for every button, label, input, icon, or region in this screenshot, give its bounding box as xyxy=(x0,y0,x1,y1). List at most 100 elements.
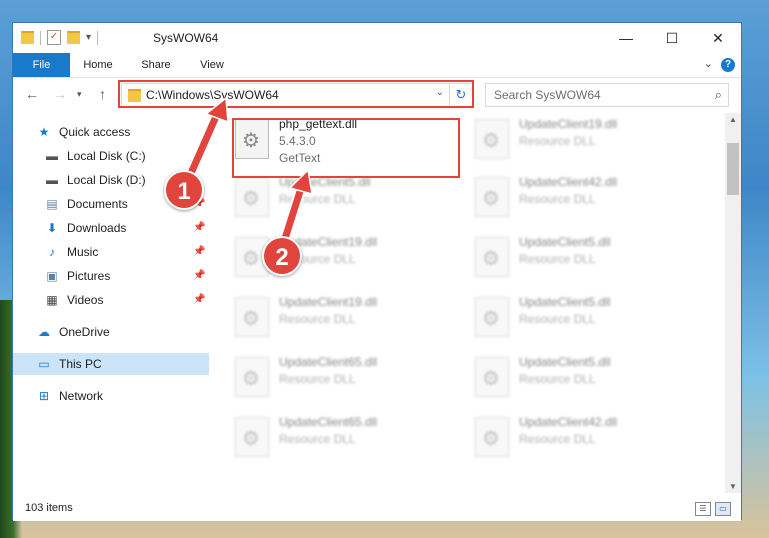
file-type: Resource DLL xyxy=(279,192,356,206)
file-type: Resource DLL xyxy=(279,432,356,446)
drive-icon: ▬ xyxy=(46,149,58,163)
search-box[interactable]: Search SysWOW64 ⌕ xyxy=(485,83,729,107)
dll-file-icon xyxy=(235,417,269,457)
sidebar-item-label: This PC xyxy=(59,357,102,371)
file-item[interactable]: UpdateClient5.dll Resource DLL xyxy=(475,231,705,285)
videos-icon: ▦ xyxy=(46,293,58,307)
sidebar-item-quick-access[interactable]: ★ Quick access xyxy=(13,121,209,143)
sidebar-item-label: Local Disk (C:) xyxy=(67,149,146,163)
tab-share[interactable]: Share xyxy=(131,53,181,77)
file-name: UpdateClient5.dll xyxy=(519,355,611,369)
dll-file-icon xyxy=(235,177,269,217)
file-type: Resource DLL xyxy=(279,312,356,326)
pin-icon[interactable]: 📌 xyxy=(193,246,205,257)
sidebar-item-label: OneDrive xyxy=(59,325,110,339)
music-icon: ♪ xyxy=(49,245,55,259)
file-name: UpdateClient65.dll xyxy=(279,355,378,369)
dll-file-icon xyxy=(475,177,509,217)
file-item[interactable]: UpdateClient5.dll Resource DLL xyxy=(475,351,705,405)
scroll-down-arrow-icon[interactable]: ▼ xyxy=(725,482,741,491)
file-type: Resource DLL xyxy=(519,252,596,266)
step-2-badge: 2 xyxy=(262,236,302,276)
pin-icon[interactable]: 📌 xyxy=(193,270,205,281)
dll-file-icon xyxy=(475,417,509,457)
customize-toolbar-icon[interactable]: ▾ xyxy=(86,32,91,43)
scroll-up-arrow-icon[interactable]: ▲ xyxy=(725,115,741,124)
folder-icon[interactable] xyxy=(21,31,34,44)
maximize-button[interactable]: ☐ xyxy=(649,23,695,53)
new-folder-icon[interactable] xyxy=(67,31,80,44)
sidebar-item-music[interactable]: ♪ Music 📌 xyxy=(13,241,209,263)
close-button[interactable]: ✕ xyxy=(695,23,741,53)
tab-file[interactable]: File xyxy=(13,53,70,77)
sidebar-item-label: Local Disk (D:) xyxy=(67,173,146,187)
quick-access-toolbar: ✓ ▾ xyxy=(21,30,99,45)
file-item[interactable]: UpdateClient5.dll Resource DLL xyxy=(235,171,465,225)
details-view-icon[interactable]: ☰ xyxy=(695,502,711,516)
search-icon[interactable]: ⌕ xyxy=(715,87,722,103)
file-type: Resource DLL xyxy=(519,432,596,446)
file-name: UpdateClient65.dll xyxy=(279,415,378,429)
sidebar-item-label: Network xyxy=(59,389,104,403)
file-item[interactable]: UpdateClient65.dll Resource DLL xyxy=(235,351,465,405)
sidebar-item-this-pc[interactable]: ▭ This PC xyxy=(13,353,209,375)
minimize-button[interactable]: — xyxy=(603,23,649,53)
sidebar-item-label: Documents xyxy=(67,197,128,211)
address-bar-highlight xyxy=(118,80,474,108)
sidebar-item-local-disk-c[interactable]: ▬ Local Disk (C:) 📌 xyxy=(13,145,209,167)
file-type: Resource DLL xyxy=(519,372,596,386)
sidebar-item-label: Music xyxy=(67,245,99,259)
dll-file-icon xyxy=(235,297,269,337)
search-input[interactable]: Search SysWOW64 xyxy=(494,88,601,102)
sidebar-item-label: Downloads xyxy=(67,221,127,235)
large-icons-view-icon[interactable]: ▭ xyxy=(715,502,731,516)
file-name: UpdateClient42.dll xyxy=(519,415,618,429)
pin-icon[interactable]: 📌 xyxy=(193,294,205,305)
up-arrow-icon[interactable]: ↑ xyxy=(99,86,106,102)
sidebar-item-downloads[interactable]: ⬇ Downloads 📌 xyxy=(13,217,209,239)
dll-file-icon xyxy=(475,357,509,397)
file-type: Resource DLL xyxy=(519,312,596,326)
pin-icon[interactable]: 📌 xyxy=(193,150,205,161)
network-icon: ⊞ xyxy=(38,389,50,403)
file-type: Resource DLL xyxy=(519,134,596,148)
forward-arrow-icon[interactable]: → xyxy=(53,86,67,102)
dll-file-icon xyxy=(475,297,509,337)
sidebar-item-label: Pictures xyxy=(67,269,111,283)
file-item[interactable]: UpdateClient42.dll Resource DLL xyxy=(475,411,705,465)
vertical-scrollbar[interactable]: ▲ ▼ xyxy=(725,113,741,493)
drive-icon: ▬ xyxy=(46,173,58,187)
ribbon-tabs: File Home Share View ⌄ ? xyxy=(13,53,741,78)
file-highlight xyxy=(232,118,460,178)
dll-file-icon xyxy=(475,119,509,159)
tab-view[interactable]: View xyxy=(187,53,237,77)
properties-icon[interactable]: ✓ xyxy=(47,30,61,45)
back-arrow-icon[interactable]: ← xyxy=(25,86,39,102)
sidebar-item-network[interactable]: ⊞ Network xyxy=(13,385,209,407)
item-count: 103 items xyxy=(25,502,73,514)
file-item[interactable]: UpdateClient5.dll Resource DLL xyxy=(475,291,705,345)
file-item[interactable]: UpdateClient42.dll Resource DLL xyxy=(475,171,705,225)
pin-icon[interactable]: 📌 xyxy=(193,222,205,233)
recent-locations-chevron-icon[interactable]: ▾ xyxy=(77,89,82,100)
sidebar-item-label: Videos xyxy=(67,293,104,307)
download-icon: ⬇ xyxy=(46,221,58,235)
file-item[interactable]: UpdateClient19.dll Resource DLL xyxy=(475,113,705,167)
file-item[interactable]: UpdateClient19.dll Resource DLL xyxy=(235,291,465,345)
expand-ribbon-chevron-icon[interactable]: ⌄ xyxy=(704,57,713,70)
file-name: UpdateClient5.dll xyxy=(519,235,611,249)
file-item[interactable]: UpdateClient65.dll Resource DLL xyxy=(235,411,465,465)
sidebar-item-videos[interactable]: ▦ Videos 📌 xyxy=(13,289,209,311)
window-title: SysWOW64 xyxy=(153,31,219,45)
computer-icon: ▭ xyxy=(38,357,50,371)
sidebar-item-onedrive[interactable]: ☁ OneDrive xyxy=(13,321,209,343)
sidebar-item-label: Quick access xyxy=(59,125,131,139)
pictures-icon: ▣ xyxy=(46,269,58,283)
file-name: UpdateClient5.dll xyxy=(519,295,611,309)
tab-home[interactable]: Home xyxy=(73,53,123,77)
scrollbar-thumb[interactable] xyxy=(727,143,739,195)
step-1-badge: 1 xyxy=(164,170,204,210)
file-type: Resource DLL xyxy=(519,192,596,206)
sidebar-item-pictures[interactable]: ▣ Pictures 📌 xyxy=(13,265,209,287)
help-icon[interactable]: ? xyxy=(721,58,735,72)
